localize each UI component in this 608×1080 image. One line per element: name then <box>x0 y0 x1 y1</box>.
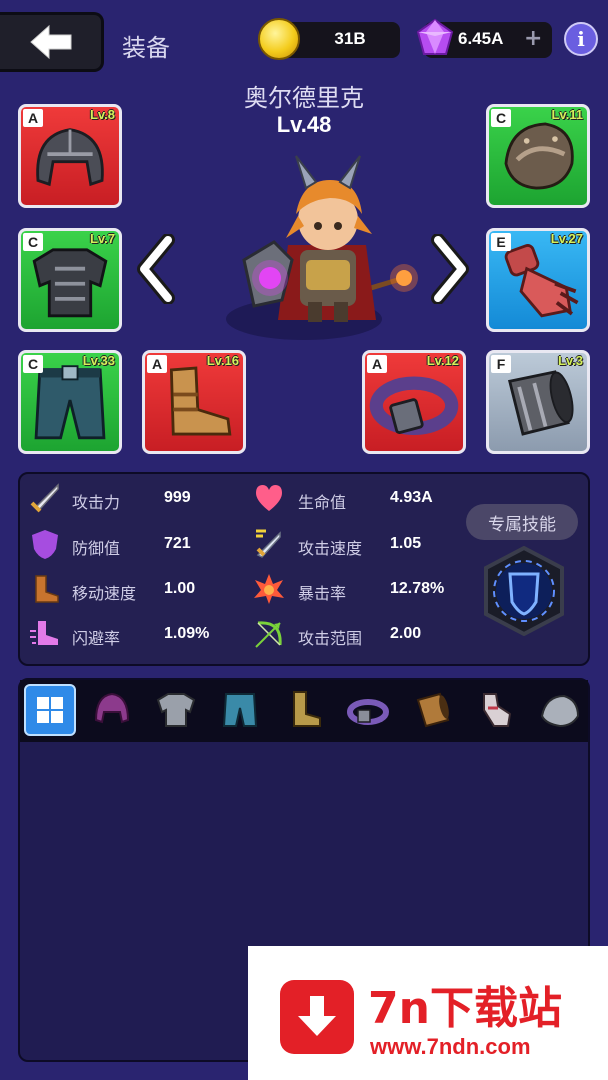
item-level: Lv.16 <box>206 353 239 368</box>
heart-icon <box>256 485 282 511</box>
item-level: Lv.33 <box>82 353 115 368</box>
crit-icon <box>254 574 284 604</box>
add-gems-button[interactable]: + <box>524 26 542 51</box>
item-level: Lv.27 <box>550 231 583 246</box>
tab-pants[interactable] <box>218 688 262 732</box>
grade-badge: A <box>23 109 43 127</box>
tab-bracer[interactable] <box>410 688 454 732</box>
stat-value-move-speed: 1.00 <box>164 580 196 597</box>
grade-badge: F <box>491 355 511 373</box>
grade-badge: E <box>491 233 511 251</box>
equip-slot-pants[interactable]: C Lv.33 <box>18 350 122 454</box>
stat-value-attack: 999 <box>164 489 191 506</box>
gem-icon <box>416 18 454 55</box>
item-level: Lv.11 <box>551 107 583 122</box>
coin-icon <box>258 18 300 60</box>
equip-slot-boots[interactable]: A Lv.16 <box>142 350 246 454</box>
watermark-logo <box>280 980 354 1054</box>
tab-boots[interactable] <box>282 688 326 732</box>
item-level: Lv.8 <box>89 107 115 122</box>
tab-gloves[interactable] <box>474 688 518 732</box>
tab-all[interactable] <box>24 684 76 736</box>
watermark-title: 7n下载站 <box>368 983 562 1034</box>
stat-label-attack: 攻击力 <box>72 493 121 512</box>
grade-badge: A <box>147 355 167 373</box>
item-level: Lv.3 <box>557 353 583 368</box>
item-level: Lv.12 <box>426 353 459 368</box>
exclusive-skill-button[interactable]: 专属技能 <box>466 504 578 540</box>
equip-slot-gloves[interactable]: E Lv.27 <box>486 228 590 332</box>
shield-icon <box>32 530 58 559</box>
sword-icon <box>30 483 59 513</box>
coin-amount: 31B <box>334 29 366 48</box>
stat-label-attack-range: 攻击范围 <box>298 629 363 648</box>
stat-value-hp: 4.93A <box>390 489 433 506</box>
next-hero-arrow[interactable] <box>430 234 470 304</box>
hero-character[interactable] <box>226 150 426 330</box>
boot-icon <box>35 575 59 603</box>
tab-armor[interactable] <box>154 688 198 732</box>
exclusive-skill-icon[interactable] <box>476 546 572 636</box>
download-arrow-icon <box>298 996 336 1036</box>
equip-slot-helmet[interactable]: A Lv.8 <box>18 104 122 208</box>
stat-label-crit-rate: 暴击率 <box>298 584 347 603</box>
attack-speed-icon <box>256 529 281 558</box>
all-grid-icon <box>37 697 63 723</box>
back-button[interactable] <box>0 12 104 72</box>
grade-badge: C <box>23 233 43 251</box>
stat-label-hp: 生命值 <box>298 493 347 512</box>
tab-belt[interactable] <box>346 688 390 732</box>
gem-amount: 6.45A <box>458 29 504 48</box>
watermark-url: www.7ndn.com <box>370 1034 531 1059</box>
info-icon: i <box>577 27 585 51</box>
equip-slot-bracer[interactable]: F Lv.3 <box>486 350 590 454</box>
stat-label-move-speed: 移动速度 <box>72 584 137 603</box>
equip-slot-belt[interactable]: A Lv.12 <box>362 350 466 454</box>
page-title: 装备 <box>122 34 170 62</box>
stat-label-dodge: 闪避率 <box>72 629 121 648</box>
dodge-icon <box>30 621 58 645</box>
equip-slot-shoulder[interactable]: C Lv.11 <box>486 104 590 208</box>
grade-badge: C <box>491 109 511 127</box>
previous-hero-arrow[interactable] <box>136 234 176 304</box>
back-arrow-icon <box>29 24 71 60</box>
grade-badge: A <box>367 355 387 373</box>
stat-label-defense: 防御值 <box>72 539 121 558</box>
tab-shoulder[interactable] <box>538 688 582 732</box>
stat-value-defense: 721 <box>164 535 191 552</box>
grade-badge: C <box>23 355 43 373</box>
equip-slot-armor[interactable]: C Lv.7 <box>18 228 122 332</box>
tab-helmet[interactable] <box>90 688 134 732</box>
item-level: Lv.7 <box>89 231 115 246</box>
stat-value-attack-speed: 1.05 <box>390 535 422 552</box>
stat-value-dodge: 1.09% <box>164 625 210 642</box>
stat-value-crit-rate: 12.78% <box>390 580 445 597</box>
stat-value-attack-range: 2.00 <box>390 625 422 642</box>
bow-icon <box>255 621 282 648</box>
stat-label-attack-speed: 攻击速度 <box>298 539 363 558</box>
info-button[interactable]: i <box>564 22 598 56</box>
